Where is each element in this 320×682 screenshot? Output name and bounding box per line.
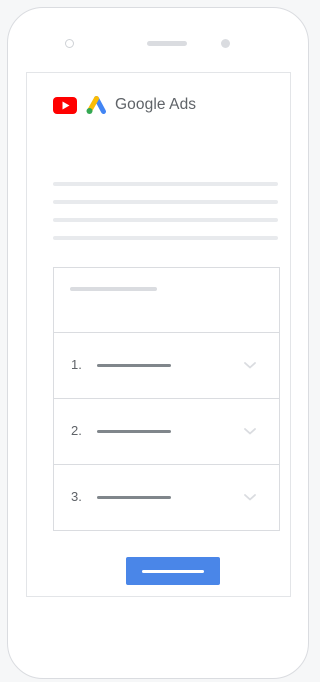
phone-screen: Google Ads 1. 2. 3. — [26, 72, 291, 597]
step-number: 2. — [71, 423, 82, 438]
speaker-grille — [147, 41, 187, 46]
button-label-placeholder — [142, 570, 204, 573]
card-title-placeholder — [70, 287, 157, 291]
step-row-1[interactable]: 1. — [54, 332, 279, 398]
step-label-placeholder — [97, 430, 171, 433]
step-label-placeholder — [97, 496, 171, 499]
chevron-down-icon[interactable] — [242, 489, 258, 505]
steps-card: 1. 2. 3. — [53, 267, 280, 531]
brand-header: Google Ads — [53, 94, 196, 116]
step-number: 1. — [71, 357, 82, 372]
primary-action-button[interactable] — [126, 557, 220, 585]
placeholder-text-line — [53, 218, 278, 222]
google-ads-logo-icon — [86, 95, 106, 114]
sensor-dot — [221, 39, 230, 48]
chevron-down-icon[interactable] — [242, 357, 258, 373]
camera-icon — [65, 39, 74, 48]
page: Google Ads 1. 2. 3. — [0, 0, 316, 682]
step-row-2[interactable]: 2. — [54, 398, 279, 464]
placeholder-text-line — [53, 236, 278, 240]
youtube-play-icon — [53, 96, 77, 114]
phone-frame: Google Ads 1. 2. 3. — [7, 7, 309, 679]
step-row-3[interactable]: 3. — [54, 464, 279, 530]
placeholder-text-line — [53, 200, 278, 204]
step-number: 3. — [71, 489, 82, 504]
chevron-down-icon[interactable] — [242, 423, 258, 439]
step-label-placeholder — [97, 364, 171, 367]
brand-name: Google Ads — [115, 96, 197, 113]
placeholder-text-line — [53, 182, 278, 186]
